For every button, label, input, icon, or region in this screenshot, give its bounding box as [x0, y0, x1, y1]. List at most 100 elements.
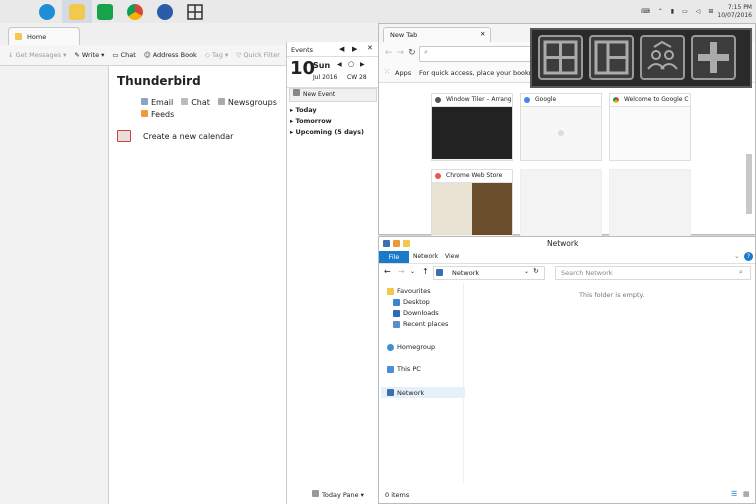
- help-icon[interactable]: ?: [744, 252, 753, 261]
- today-pane-button[interactable]: Today Pane ▾: [312, 490, 364, 499]
- start-area[interactable]: [0, 0, 30, 23]
- write-button[interactable]: ✎ Write ▾: [74, 51, 104, 59]
- volume-icon[interactable]: ◁: [696, 8, 701, 15]
- network-icon: [383, 240, 390, 247]
- google-logo: [558, 130, 564, 136]
- next-day-icon[interactable]: ▶: [360, 61, 365, 68]
- tile-chrome-web-store[interactable]: Chrome Web Store: [431, 169, 513, 237]
- tab-new-tab[interactable]: New Tab ✕: [383, 27, 491, 43]
- tab-title: New Tab: [390, 31, 418, 39]
- apps-link[interactable]: Apps: [395, 69, 411, 77]
- file-explorer-window: Network File Network View ⌄ ? ← → ⌄ ↑ Ne…: [378, 236, 756, 504]
- windows-icon[interactable]: ⊞: [708, 8, 713, 15]
- nav-homegroup[interactable]: Homegroup: [387, 343, 435, 351]
- nav-this-pc[interactable]: This PC: [387, 365, 421, 373]
- new-event-button[interactable]: New Event: [289, 88, 377, 102]
- search-box[interactable]: Search Network ⌕: [555, 266, 751, 280]
- weekday: Sun: [313, 61, 331, 70]
- star-icon: [387, 287, 394, 295]
- tile-welcome-chrome[interactable]: Welcome to Google C: [609, 93, 691, 161]
- get-messages-button[interactable]: ↓ Get Messages ▾: [8, 51, 66, 59]
- nav-favourites[interactable]: Favourites: [387, 287, 430, 295]
- tag-button[interactable]: ◇ Tag ▾: [205, 51, 228, 59]
- chevron-down-icon[interactable]: ⌄: [734, 252, 740, 260]
- network-icon: [436, 269, 443, 276]
- thunderbird-icon[interactable]: [150, 0, 180, 23]
- tile-thumbnail: [432, 107, 512, 159]
- new-folder-icon[interactable]: [403, 240, 410, 247]
- chat-link[interactable]: Chat: [181, 98, 210, 107]
- window-tiler-icon[interactable]: [180, 0, 210, 23]
- nav-network[interactable]: Network: [381, 387, 465, 398]
- network-icon[interactable]: ▮: [671, 8, 674, 15]
- details-view-icon[interactable]: ☰: [731, 490, 737, 498]
- tab-view[interactable]: View: [445, 253, 459, 260]
- today-dot-icon[interactable]: ○: [348, 60, 354, 68]
- file-explorer-icon[interactable]: [62, 0, 92, 23]
- chrome-icon[interactable]: [120, 0, 150, 23]
- folder-icon: [15, 33, 22, 40]
- tile-thumbnail: [432, 183, 512, 235]
- address-book-button[interactable]: ☺ Address Book: [144, 51, 197, 59]
- back-arrow-icon[interactable]: ←: [384, 267, 391, 276]
- back-arrow-icon[interactable]: ←: [385, 48, 393, 58]
- close-tab-icon[interactable]: ✕: [480, 30, 485, 38]
- forward-arrow-icon[interactable]: →: [398, 267, 405, 276]
- nav-label: Favourites: [397, 287, 431, 295]
- people-arrange-icon[interactable]: [640, 35, 685, 80]
- clock-date: 10/07/2016: [717, 11, 752, 19]
- feeds-link[interactable]: Feeds: [141, 110, 174, 119]
- store-icon[interactable]: [90, 0, 120, 23]
- upcoming-group[interactable]: ▸ Upcoming (5 days): [290, 128, 364, 136]
- thunderbird-window: Home ↓ Get Messages ▾ ✎ Write ▾ ▭ Chat ☺…: [0, 23, 379, 504]
- prev-arrow-icon[interactable]: ◀: [339, 45, 344, 53]
- tab-network[interactable]: Network: [413, 253, 438, 260]
- today-group[interactable]: ▸ Today: [290, 106, 317, 114]
- chat-link-label: Chat: [191, 98, 210, 107]
- clock[interactable]: 7:15 PM 10/07/2016: [717, 4, 752, 20]
- email-link[interactable]: Email: [141, 98, 173, 107]
- chat-button[interactable]: ▭ Chat: [112, 51, 135, 59]
- prev-day-icon[interactable]: ◀: [337, 61, 342, 68]
- scrollbar-thumb[interactable]: [746, 154, 752, 214]
- email-icon: [141, 98, 148, 105]
- close-icon[interactable]: ✕: [367, 44, 373, 52]
- chevron-up-icon[interactable]: ⌃: [658, 8, 663, 15]
- properties-icon[interactable]: [393, 240, 400, 247]
- nav-downloads[interactable]: Downloads: [393, 309, 439, 317]
- tile-title: Welcome to Google C: [624, 96, 689, 103]
- tile-window-tiler[interactable]: Window Tiler – Arrang: [431, 93, 513, 161]
- forward-arrow-icon[interactable]: →: [397, 48, 405, 58]
- new-event-icon: [293, 89, 300, 96]
- newsgroups-link[interactable]: Newsgroups: [217, 98, 277, 107]
- nav-recent-places[interactable]: Recent places: [393, 320, 448, 328]
- tag-label: Tag: [211, 51, 223, 59]
- next-arrow-icon[interactable]: ▶: [352, 45, 357, 53]
- apps-grid-icon[interactable]: ⁙: [384, 68, 390, 76]
- newsgroups-label: Newsgroups: [227, 98, 277, 107]
- nav-desktop[interactable]: Desktop: [393, 298, 430, 306]
- plus-icon[interactable]: [691, 35, 736, 80]
- get-messages-label: Get Messages: [15, 51, 62, 59]
- tomorrow-group[interactable]: ▸ Tomorrow: [290, 117, 332, 125]
- grid-four-icon[interactable]: [538, 35, 583, 80]
- create-calendar-link[interactable]: Create a new calendar: [117, 130, 233, 142]
- grid-three-icon[interactable]: [589, 35, 634, 80]
- tab-home[interactable]: Home: [8, 27, 80, 46]
- large-icons-view-icon[interactable]: ▦: [743, 490, 750, 498]
- recent-chevron-icon[interactable]: ⌄: [410, 268, 415, 275]
- quick-filter-button[interactable]: ▽ Quick Filter: [236, 51, 280, 59]
- up-arrow-icon[interactable]: ↑: [422, 267, 429, 276]
- internet-explorer-icon[interactable]: [32, 0, 62, 23]
- explorer-titlebar: Network: [379, 237, 755, 251]
- folder-pane[interactable]: [0, 66, 109, 504]
- address-bar[interactable]: Network ⌄ ↻: [433, 266, 545, 280]
- tab-file[interactable]: File: [379, 251, 409, 263]
- tile-google[interactable]: Google: [520, 93, 602, 161]
- keyboard-icon[interactable]: ⌨: [641, 8, 650, 15]
- dropdown-icon[interactable]: ⌄: [524, 268, 529, 275]
- reload-icon[interactable]: ↻: [408, 48, 416, 58]
- item-count: 0 items: [385, 491, 410, 499]
- battery-icon[interactable]: ▭: [682, 8, 688, 15]
- refresh-icon[interactable]: ↻: [533, 267, 539, 275]
